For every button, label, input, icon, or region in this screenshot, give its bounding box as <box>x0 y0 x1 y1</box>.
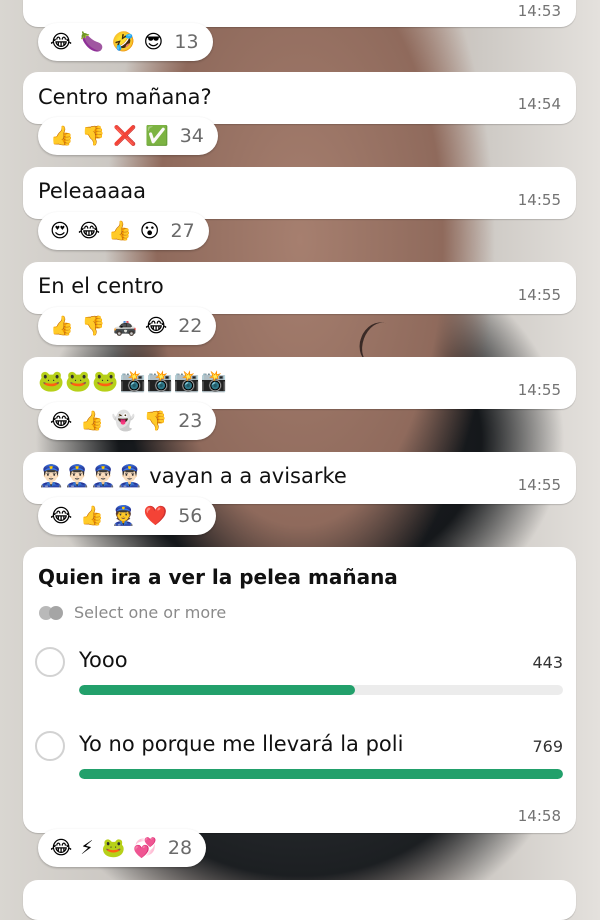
poll-option-votes: 443 <box>532 653 563 672</box>
reaction-emoji: 🚓 <box>113 314 138 337</box>
reaction-emoji: ❤️ <box>143 504 168 527</box>
reaction-emoji: 🍆 <box>80 30 104 53</box>
poll-option-label: Yo no porque me llevará la poli <box>79 732 404 756</box>
reaction-emoji: 👍 <box>50 314 74 337</box>
reaction-emoji: 💞 <box>133 836 157 859</box>
reactions-bar[interactable]: 😂 🍆 🤣 😎 13 <box>38 23 213 61</box>
message-time: 14:55 <box>517 191 561 209</box>
message-text: 🐸🐸🐸📸📸📸📸 <box>38 369 229 393</box>
message-text: 👮🏻‍♂️👮🏻‍♂️👮🏻‍♂️👮🏻‍♂️ vayan a a avisarke <box>38 464 347 488</box>
double-check-icon <box>39 605 67 620</box>
radio-button[interactable] <box>35 647 65 677</box>
reaction-count: 34 <box>179 125 204 147</box>
reaction-emoji: 😂 <box>50 836 73 859</box>
reaction-emoji: 👍 <box>108 219 132 242</box>
poll-option-votes: 769 <box>532 737 563 756</box>
reactions-bar[interactable]: 😂 ⚡ 🐸 💞 28 <box>38 829 207 867</box>
poll-option-yo-no[interactable]: Yo no porque me llevará la poli 769 <box>35 731 563 801</box>
reaction-count: 27 <box>170 220 195 242</box>
reaction-emoji: 👻 <box>111 409 136 432</box>
reaction-emoji: 👎 <box>81 124 106 147</box>
poll-subtitle-text: Select one or more <box>74 603 227 622</box>
poll-bubble: Quien ira a ver la pelea mañana Select o… <box>23 547 576 833</box>
radio-button[interactable] <box>35 731 65 761</box>
poll-time: 14:58 <box>517 807 561 825</box>
message-time: 14:55 <box>517 381 561 399</box>
reaction-count: 13 <box>174 31 199 53</box>
reaction-emoji: ✅ <box>145 124 169 147</box>
message-time: 14:55 <box>517 286 561 304</box>
reaction-emoji: 😂 <box>50 30 73 53</box>
reactions-bar[interactable]: 😍 😂 👍 😮 27 <box>38 212 209 250</box>
reaction-emoji: 👍 <box>80 504 104 527</box>
reaction-emoji: 😂 <box>50 409 73 432</box>
reaction-count: 28 <box>167 837 193 859</box>
poll-progress-track <box>79 685 563 695</box>
reaction-emoji: 😍 <box>50 219 70 242</box>
poll-subtitle: Select one or more <box>39 603 226 622</box>
reaction-emoji: 👎 <box>81 314 106 337</box>
reaction-emoji: 😎 <box>143 30 164 53</box>
poll-option-label: Yooo <box>79 648 128 672</box>
message-bubble[interactable] <box>23 880 576 920</box>
poll-progress-bar <box>79 685 355 695</box>
reactions-bar[interactable]: 👍 👎 ❌ ✅ 34 <box>38 117 218 155</box>
message-time: 14:55 <box>517 476 561 494</box>
poll-progress-bar <box>79 769 563 779</box>
reaction-emoji: 😂 <box>145 314 168 337</box>
poll-option-yooo[interactable]: Yooo 443 <box>35 647 563 717</box>
reaction-emoji: ❌ <box>113 124 138 147</box>
poll-progress-track <box>79 769 563 779</box>
reaction-count: 22 <box>178 315 203 337</box>
message-time: 14:53 <box>517 2 561 20</box>
message-text: Peleaaaaa <box>38 179 146 203</box>
reaction-emoji: ⚡ <box>80 836 94 859</box>
message-text: Centro mañana? <box>38 85 212 109</box>
reaction-emoji: 😂 <box>50 504 73 527</box>
reaction-count: 23 <box>178 410 203 432</box>
poll-title: Quien ira a ver la pelea mañana <box>38 565 398 589</box>
message-time: 14:54 <box>517 95 561 113</box>
reaction-emoji: 👍 <box>80 409 104 432</box>
reaction-count: 56 <box>178 505 203 527</box>
reactions-bar[interactable]: 😂 👍 👮 ❤️ 56 <box>38 497 217 535</box>
reactions-bar[interactable]: 😂 👍 👻 👎 23 <box>38 402 217 440</box>
reactions-bar[interactable]: 👍 👎 🚓 😂 22 <box>38 307 217 345</box>
reaction-emoji: 👮 <box>111 504 136 527</box>
message-text: En el centro <box>38 274 164 298</box>
reaction-emoji: 🐸 <box>101 836 126 859</box>
reaction-emoji: 👍 <box>50 124 74 147</box>
reaction-emoji: 🤣 <box>111 30 136 53</box>
reaction-emoji: 😂 <box>77 219 101 242</box>
reaction-emoji: 😮 <box>139 219 160 242</box>
reaction-emoji: 👎 <box>143 409 168 432</box>
